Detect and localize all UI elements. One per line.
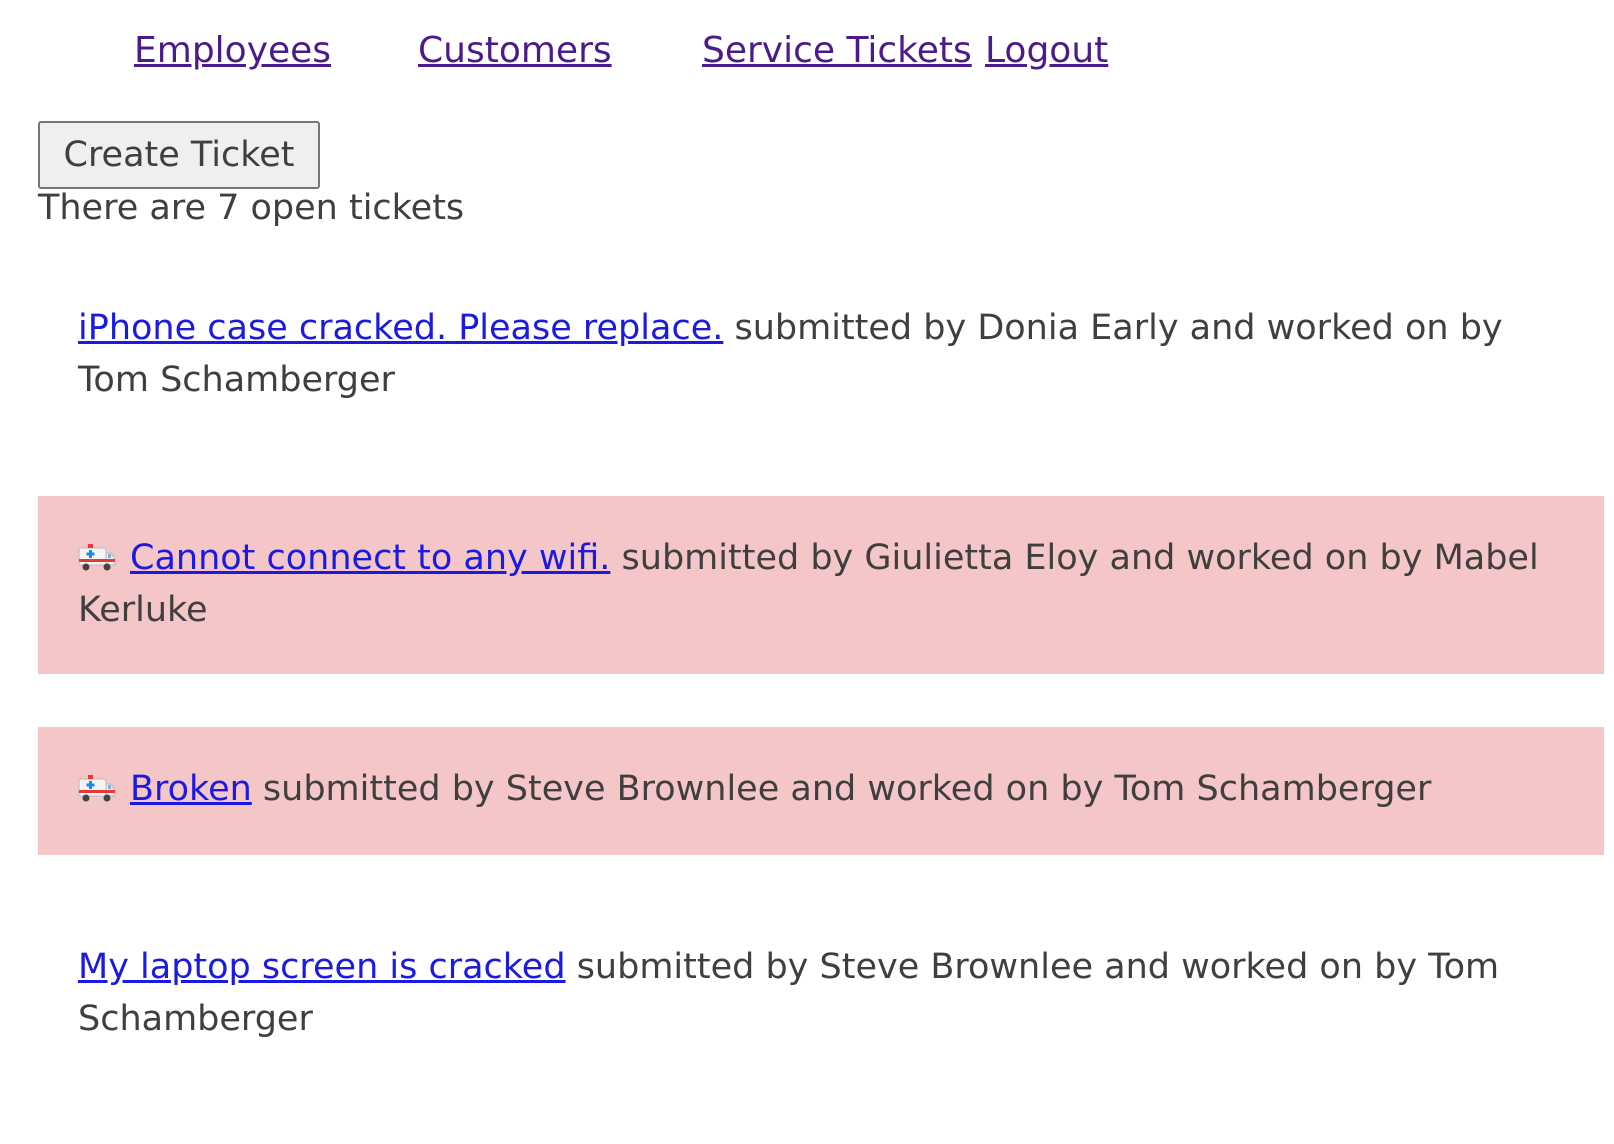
open-ticket-count: There are 7 open tickets	[38, 188, 465, 228]
ticket-link[interactable]: Cannot connect to any wifi.	[130, 538, 610, 578]
nav-link-logout[interactable]: Logout	[985, 30, 1108, 71]
nav-link-customers[interactable]: Customers	[418, 30, 612, 71]
ticket-item-emergency: Broken submitted by Steve Brownlee and w…	[38, 727, 1604, 855]
ticket-link[interactable]: iPhone case cracked. Please replace.	[78, 308, 723, 348]
ticket-link[interactable]: Broken	[130, 769, 252, 809]
ticket-item: My laptop screen is cracked submitted by…	[38, 941, 1604, 1045]
create-ticket-button[interactable]: Create Ticket	[38, 121, 320, 189]
ticket-item-emergency: Cannot connect to any wifi. submitted by…	[38, 496, 1604, 674]
ticket-link[interactable]: My laptop screen is cracked	[78, 947, 566, 987]
nav-link-employees[interactable]: Employees	[134, 30, 331, 71]
ambulance-icon	[78, 544, 116, 571]
ambulance-icon	[78, 775, 116, 802]
ticket-details: submitted by Steve Brownlee and worked o…	[251, 769, 1432, 809]
nav-link-service-tickets[interactable]: Service Tickets	[702, 30, 972, 71]
ticket-item: iPhone case cracked. Please replace. sub…	[38, 302, 1604, 406]
